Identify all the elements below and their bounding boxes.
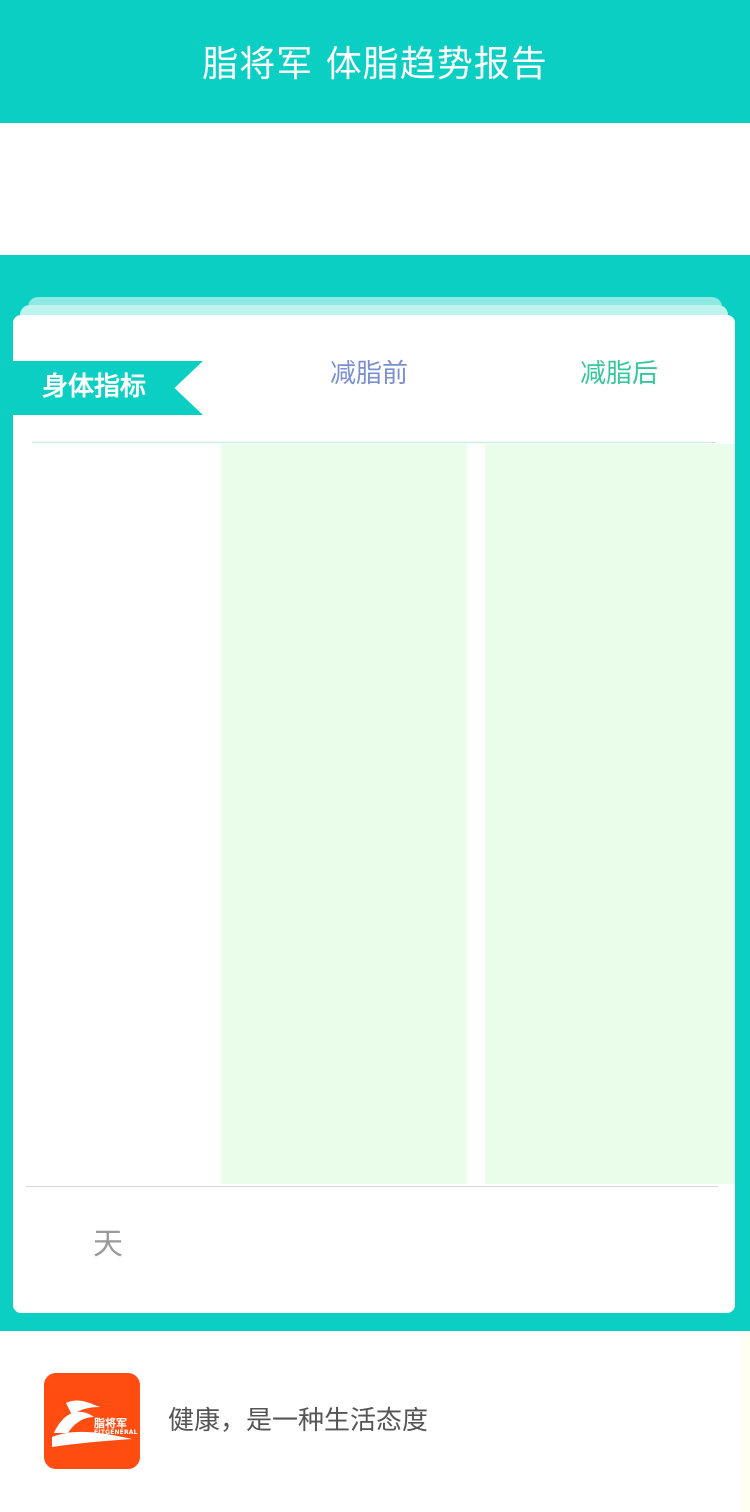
blank-banner-area [0,123,750,255]
app-logo: 脂将军 FITGENERAL [44,1373,140,1469]
after-panel [485,444,735,1184]
divider [32,442,716,443]
divider [26,1186,718,1187]
page-header: 脂将军 体脂趋势报告 [0,0,750,123]
column-header-after: 减脂后 [579,359,658,389]
day-label: 天 [93,1227,123,1262]
footer: 脂将军 FITGENERAL 健康，是一种生活态度 [0,1331,750,1512]
slogan: 健康，是一种生活态度 [168,1406,429,1436]
page-title: 脂将军 体脂趋势报告 [202,43,548,85]
column-header-before: 减脂前 [329,359,408,389]
before-panel [221,444,467,1184]
footer-edge [740,1331,750,1512]
body-metrics-card: 身体指标 减脂前 减脂后 天 [13,315,735,1313]
logo-subtext: FITGENERAL [94,1429,138,1436]
ribbon-label: 身体指标 [42,372,147,402]
